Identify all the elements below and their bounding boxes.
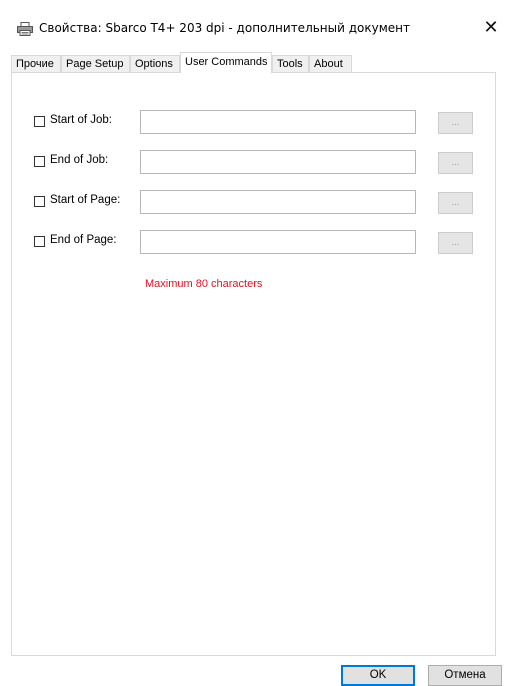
start-of-job-input[interactable] bbox=[140, 110, 416, 134]
end-of-page-checkbox[interactable] bbox=[34, 236, 45, 247]
properties-dialog: Свойства: Sbarco T4+ 203 dpi - дополните… bbox=[0, 0, 506, 686]
tab-about[interactable]: About bbox=[309, 55, 352, 72]
end-of-job-browse-button[interactable]: ... bbox=[438, 152, 473, 174]
user-commands-panel: Start of Job: ... End of Job: ... Start … bbox=[11, 72, 496, 656]
start-of-job-label: Start of Job: bbox=[50, 114, 113, 126]
start-of-page-browse-button[interactable]: ... bbox=[438, 192, 473, 214]
end-of-job-label: End of Job: bbox=[50, 154, 109, 166]
cancel-button[interactable]: Отмена bbox=[428, 665, 502, 686]
start-of-page-row: Start of Page: ... bbox=[12, 190, 497, 216]
window-title: Свойства: Sbarco T4+ 203 dpi - дополните… bbox=[39, 21, 411, 35]
end-of-page-browse-button[interactable]: ... bbox=[438, 232, 473, 254]
end-of-job-row: End of Job: ... bbox=[12, 150, 497, 176]
close-button[interactable]: ✕ bbox=[476, 14, 506, 44]
end-of-page-label: End of Page: bbox=[50, 234, 117, 246]
start-of-job-browse-button[interactable]: ... bbox=[438, 112, 473, 134]
printer-icon bbox=[17, 22, 33, 36]
start-of-page-checkbox[interactable] bbox=[34, 196, 45, 207]
start-of-job-checkbox[interactable] bbox=[34, 116, 45, 127]
end-of-job-checkbox[interactable] bbox=[34, 156, 45, 167]
end-of-job-input[interactable] bbox=[140, 150, 416, 174]
max-characters-note: Maximum 80 characters bbox=[145, 278, 263, 290]
tab-user-commands[interactable]: User Commands bbox=[180, 52, 272, 73]
tab-page-setup[interactable]: Page Setup bbox=[61, 55, 130, 72]
start-of-job-row: Start of Job: ... bbox=[12, 110, 497, 136]
tab-misc[interactable]: Прочие bbox=[11, 55, 61, 72]
ok-button[interactable]: OK bbox=[341, 665, 415, 686]
start-of-page-input[interactable] bbox=[140, 190, 416, 214]
tab-options[interactable]: Options bbox=[130, 55, 180, 72]
end-of-page-row: End of Page: ... bbox=[12, 230, 497, 256]
tab-tools[interactable]: Tools bbox=[272, 55, 309, 72]
start-of-page-label: Start of Page: bbox=[50, 194, 121, 206]
end-of-page-input[interactable] bbox=[140, 230, 416, 254]
title-bar: Свойства: Sbarco T4+ 203 dpi - дополните… bbox=[0, 14, 506, 44]
